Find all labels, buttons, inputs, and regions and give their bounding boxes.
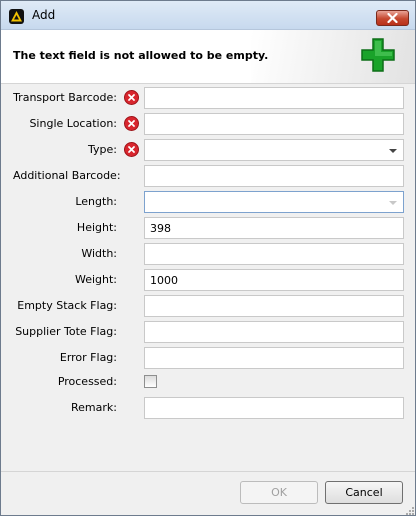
app-logo-icon	[9, 9, 24, 24]
single-location-label: Single Location:	[29, 117, 117, 130]
error-flag-input[interactable]	[144, 347, 404, 369]
type-select[interactable]	[144, 139, 404, 161]
ok-button[interactable]: OK	[240, 481, 318, 504]
error-icon	[124, 142, 139, 157]
chevron-down-icon[interactable]	[389, 149, 397, 153]
validation-header: The text field is not allowed to be empt…	[1, 30, 415, 84]
height-label: Height:	[76, 221, 117, 234]
error-flag-label: Error Flag:	[59, 351, 117, 364]
validation-message: The text field is not allowed to be empt…	[13, 49, 269, 62]
processed-label: Processed:	[57, 375, 117, 388]
close-button[interactable]	[376, 10, 409, 26]
additional-barcode-input[interactable]	[144, 165, 404, 187]
cancel-button[interactable]: Cancel	[325, 481, 403, 504]
remark-input[interactable]	[144, 397, 404, 419]
resize-grip-icon[interactable]	[406, 507, 414, 515]
weight-input[interactable]: 1000	[144, 269, 404, 291]
single-location-input[interactable]	[144, 113, 404, 135]
transport-barcode-input[interactable]	[144, 87, 404, 109]
empty-stack-flag-label: Empty Stack Flag:	[17, 299, 117, 312]
transport-barcode-label: Transport Barcode:	[13, 91, 117, 104]
chevron-down-icon[interactable]	[389, 201, 397, 205]
width-label: Width:	[81, 247, 117, 260]
supplier-tote-flag-label: Supplier Tote Flag:	[15, 325, 117, 338]
add-plus-icon	[361, 38, 395, 72]
remark-label: Remark:	[71, 401, 117, 414]
type-label: Type:	[88, 143, 117, 156]
supplier-tote-flag-input[interactable]	[144, 321, 404, 343]
title-bar[interactable]: Add	[1, 1, 415, 30]
weight-label: Weight:	[74, 273, 117, 286]
empty-stack-flag-input[interactable]	[144, 295, 404, 317]
length-label: Length:	[75, 195, 117, 208]
window-title: Add	[32, 8, 56, 22]
processed-checkbox[interactable]	[144, 375, 157, 388]
footer-divider	[1, 471, 415, 472]
width-input[interactable]	[144, 243, 404, 265]
height-input[interactable]: 398	[144, 217, 404, 239]
add-dialog: Add The text field is not allowed to be …	[0, 0, 416, 516]
close-icon	[387, 13, 398, 23]
length-input[interactable]	[144, 191, 404, 213]
error-icon	[124, 116, 139, 131]
additional-barcode-label: Additional Barcode:	[13, 169, 121, 182]
error-icon	[124, 90, 139, 105]
